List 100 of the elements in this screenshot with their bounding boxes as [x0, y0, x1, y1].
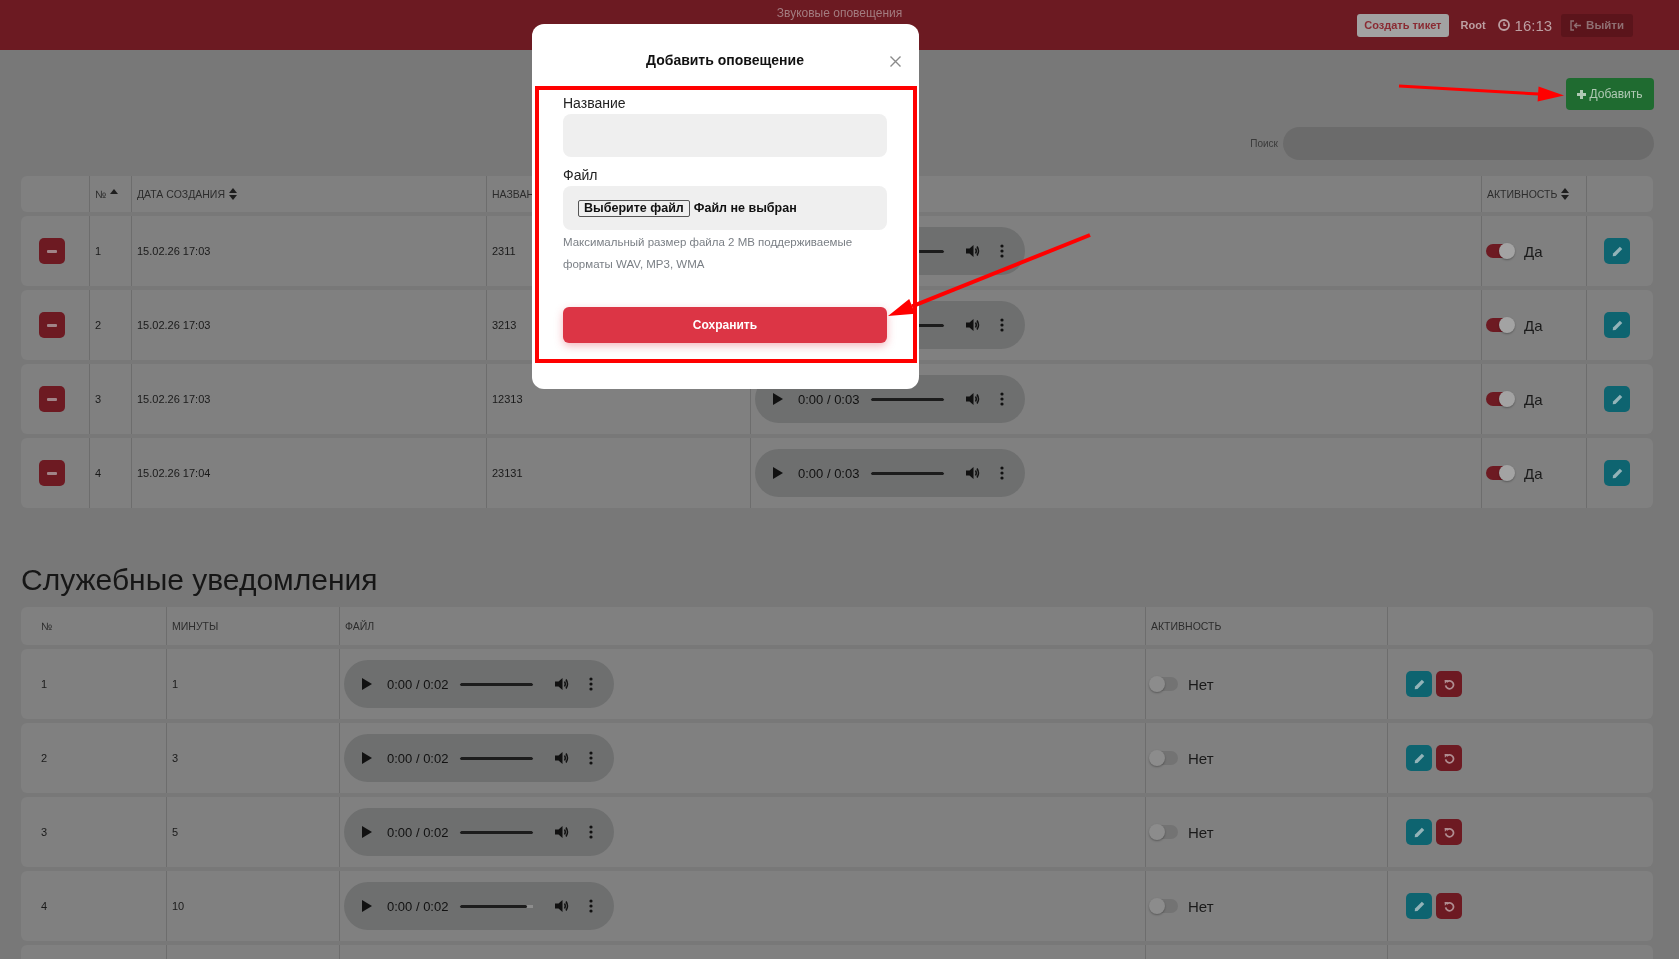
minus-icon: [47, 323, 57, 327]
minutes-value: 3: [172, 752, 179, 764]
volume-icon[interactable]: [555, 899, 569, 913]
logout-icon: [1570, 19, 1583, 31]
edit-button[interactable]: [1604, 386, 1630, 412]
play-icon[interactable]: [773, 393, 783, 405]
current-time: 16:13: [1514, 16, 1553, 34]
row-number: 4: [41, 900, 48, 912]
toggle-switch[interactable]: [1150, 899, 1178, 913]
reset-button[interactable]: [1436, 671, 1462, 697]
activity-status: Да: [1524, 464, 1543, 482]
circular-arrow-icon: [1443, 678, 1455, 690]
circular-arrow-icon: [1443, 900, 1455, 912]
pencil-icon: [1413, 752, 1425, 764]
column-header[interactable]: ДАТА СОЗДАНИЯ: [137, 188, 237, 200]
play-icon[interactable]: [362, 826, 372, 838]
playback-time: 0:00 / 0:02: [387, 898, 447, 914]
volume-icon[interactable]: [966, 318, 980, 332]
activity-status: Нет: [1188, 897, 1214, 915]
toggle-switch[interactable]: [1486, 466, 1514, 480]
choose-file-button[interactable]: Выберите файл: [578, 199, 690, 217]
activity-status: Нет: [1188, 675, 1214, 693]
volume-icon[interactable]: [966, 466, 980, 480]
more-options-icon[interactable]: [1000, 466, 1004, 480]
edit-button[interactable]: [1406, 819, 1432, 845]
more-options-icon[interactable]: [589, 825, 593, 839]
alert-name: 2311: [492, 245, 516, 257]
activity-status: Да: [1524, 390, 1543, 408]
toggle-switch[interactable]: [1486, 318, 1514, 332]
remove-button[interactable]: [39, 312, 65, 338]
volume-icon[interactable]: [966, 392, 980, 406]
activity-status: Нет: [1188, 749, 1214, 767]
add-button[interactable]: Добавить: [1566, 78, 1654, 110]
play-icon[interactable]: [362, 752, 372, 764]
reset-button[interactable]: [1436, 819, 1462, 845]
minus-icon: [47, 249, 57, 253]
remove-button[interactable]: [39, 386, 65, 412]
edit-button[interactable]: [1406, 671, 1432, 697]
playback-time: 0:00 / 0:02: [387, 750, 447, 766]
toggle-switch[interactable]: [1486, 244, 1514, 258]
row-number: 1: [41, 678, 48, 690]
logout-button[interactable]: Выйти: [1561, 13, 1633, 37]
pencil-icon: [1413, 826, 1425, 838]
create-ticket-button[interactable]: Создать тикет: [1357, 13, 1449, 37]
minutes-value: 10: [172, 900, 185, 912]
activity-status: Нет: [1188, 823, 1214, 841]
file-status: Файл не выбран: [693, 201, 797, 215]
toggle-switch[interactable]: [1150, 677, 1178, 691]
column-header: АКТИВНОСТЬ: [1151, 620, 1222, 632]
volume-icon[interactable]: [555, 677, 569, 691]
created-date: 15.02.26 17:03: [137, 245, 211, 257]
play-icon[interactable]: [773, 467, 783, 479]
edit-button[interactable]: [1406, 745, 1432, 771]
more-options-icon[interactable]: [589, 677, 593, 691]
more-options-icon[interactable]: [1000, 244, 1004, 258]
edit-button[interactable]: [1604, 312, 1630, 338]
pencil-icon: [1611, 245, 1623, 257]
pencil-icon: [1611, 393, 1623, 405]
volume-icon[interactable]: [966, 244, 980, 258]
volume-icon[interactable]: [555, 751, 569, 765]
toggle-switch[interactable]: [1486, 392, 1514, 406]
column-header[interactable]: АКТИВНОСТЬ: [1487, 188, 1570, 200]
play-icon[interactable]: [362, 900, 372, 912]
toggle-switch[interactable]: [1150, 825, 1178, 839]
pencil-icon: [1611, 467, 1623, 479]
more-options-icon[interactable]: [589, 899, 593, 913]
reset-button[interactable]: [1436, 893, 1462, 919]
close-button[interactable]: [890, 56, 901, 67]
alert-name: 12313: [492, 393, 523, 405]
volume-icon[interactable]: [555, 825, 569, 839]
edit-button[interactable]: [1604, 238, 1630, 264]
save-button[interactable]: Сохранить: [563, 307, 887, 343]
edit-button[interactable]: [1604, 460, 1630, 486]
circular-arrow-icon: [1443, 826, 1455, 838]
minus-icon: [47, 471, 57, 475]
pencil-icon: [1413, 900, 1425, 912]
playback-time: 0:00 / 0:03: [798, 465, 858, 481]
remove-button[interactable]: [39, 238, 65, 264]
close-icon: [890, 56, 901, 67]
column-header[interactable]: №: [95, 188, 119, 200]
column-header: ФАЙЛ: [345, 620, 375, 632]
row-number: 3: [41, 826, 48, 838]
more-options-icon[interactable]: [589, 751, 593, 765]
playback-time: 0:00 / 0:02: [387, 824, 447, 840]
play-icon[interactable]: [362, 678, 372, 690]
reset-button[interactable]: [1436, 745, 1462, 771]
created-date: 15.02.26 17:03: [137, 393, 211, 405]
more-options-icon[interactable]: [1000, 318, 1004, 332]
toggle-switch[interactable]: [1150, 751, 1178, 765]
column-header: №: [41, 620, 53, 632]
row-number: 2: [95, 319, 102, 331]
row-number: 4: [95, 467, 102, 479]
modal-title: Добавить оповещение: [646, 51, 804, 70]
row-number: 1: [95, 245, 102, 257]
playback-time: 0:00 / 0:03: [798, 391, 858, 407]
more-options-icon[interactable]: [1000, 392, 1004, 406]
minus-icon: [47, 397, 57, 401]
file-field[interactable]: Выберите файл Файл не выбран: [563, 186, 887, 230]
remove-button[interactable]: [39, 460, 65, 486]
edit-button[interactable]: [1406, 893, 1432, 919]
